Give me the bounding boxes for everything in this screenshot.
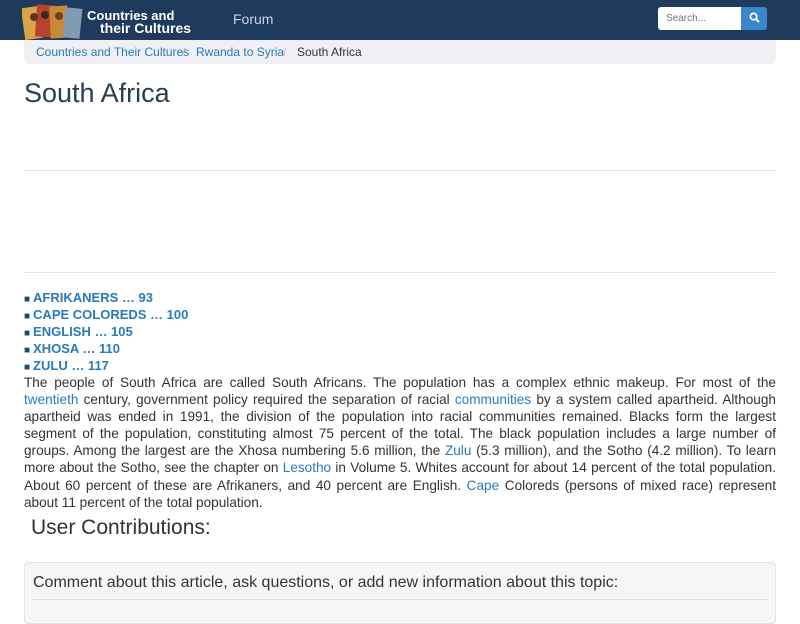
breadcrumb-separator: / bbox=[182, 45, 186, 59]
divider bbox=[24, 170, 776, 171]
paragraph-text: The people of South Africa are called So… bbox=[24, 375, 776, 390]
comment-prompt: Comment about this article, ask question… bbox=[33, 574, 619, 591]
article-paragraph: The people of South Africa are called So… bbox=[24, 374, 776, 511]
search-form bbox=[658, 7, 768, 30]
link-lesotho[interactable]: Lesotho bbox=[283, 460, 331, 475]
divider bbox=[24, 272, 776, 273]
chapter-item: ■ ENGLISH … 105 bbox=[24, 323, 188, 340]
square-bullet-icon: ■ bbox=[24, 311, 31, 322]
chapter-item: ■ XHOSA … 110 bbox=[24, 340, 188, 357]
comment-panel: Comment about this article, ask question… bbox=[24, 562, 776, 624]
breadcrumb-separator: / bbox=[283, 45, 287, 59]
breadcrumb: Countries and Their Cultures / Rwanda to… bbox=[24, 40, 776, 64]
page-title: South Africa bbox=[24, 78, 170, 108]
square-bullet-icon: ■ bbox=[24, 362, 31, 373]
nav-forum-link[interactable]: Forum bbox=[233, 11, 273, 27]
chapter-item: ■ ZULU … 117 bbox=[24, 357, 188, 374]
chapter-link-zulu[interactable]: ZULU … 117 bbox=[33, 358, 109, 373]
paragraph-text: century, government policy required the … bbox=[78, 392, 455, 408]
search-icon bbox=[749, 12, 760, 23]
square-bullet-icon: ■ bbox=[24, 328, 31, 339]
link-zulu[interactable]: Zulu bbox=[445, 443, 471, 458]
user-contributions-heading: User Contributions: bbox=[31, 516, 211, 539]
square-bullet-icon: ■ bbox=[24, 294, 31, 305]
chapter-link-xhosa[interactable]: XHOSA … 110 bbox=[33, 341, 120, 356]
link-cape[interactable]: Cape bbox=[467, 478, 500, 493]
breadcrumb-link-rwanda-to-syria[interactable]: Rwanda to Syria bbox=[196, 45, 284, 59]
link-twentieth[interactable]: twentieth bbox=[24, 392, 78, 407]
logo-text: Countries and their Cultures bbox=[87, 9, 191, 35]
breadcrumb-link-countries[interactable]: Countries and Their Cultures bbox=[36, 45, 189, 59]
chapter-link-afrikaners[interactable]: AFRIKANERS … 93 bbox=[33, 290, 153, 305]
square-bullet-icon: ■ bbox=[24, 345, 31, 356]
breadcrumb-current: South Africa bbox=[297, 45, 362, 59]
logo-image-icon bbox=[22, 4, 83, 41]
link-communities[interactable]: communities bbox=[455, 392, 531, 407]
chapter-item: ■ AFRIKANERS … 93 bbox=[24, 289, 188, 306]
top-navbar: Countries and their Cultures Forum bbox=[0, 0, 800, 41]
search-input[interactable] bbox=[658, 7, 742, 30]
chapter-link-english[interactable]: ENGLISH … 105 bbox=[33, 324, 133, 339]
site-logo[interactable]: Countries and their Cultures bbox=[22, 4, 222, 44]
chapter-list: ■ AFRIKANERS … 93 ■ CAPE COLOREDS … 100 ■ E… bbox=[24, 289, 188, 374]
chapter-link-cape-coloreds[interactable]: CAPE COLOREDS … 100 bbox=[33, 307, 188, 322]
chapter-item: ■ CAPE COLOREDS … 100 bbox=[24, 306, 188, 323]
logo-text-line2: their Cultures bbox=[100, 20, 192, 36]
search-button[interactable] bbox=[741, 7, 767, 30]
